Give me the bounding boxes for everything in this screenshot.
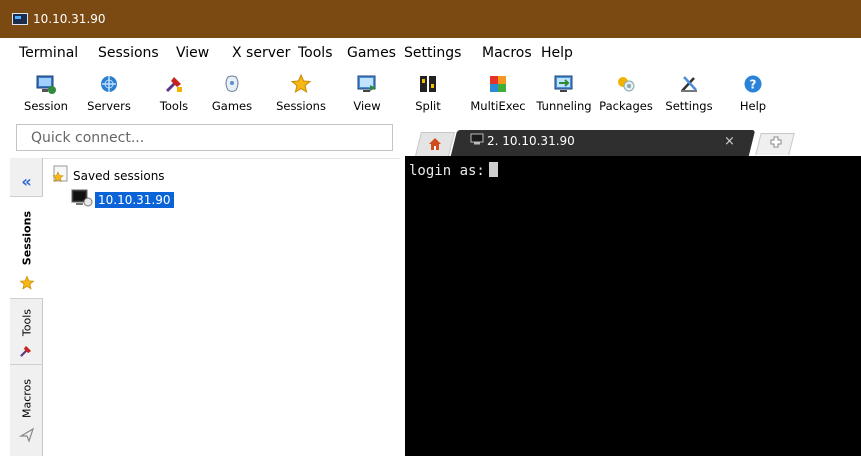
side-tab-sessions-label: Sessions — [20, 211, 34, 266]
side-tab-macros-label: Macros — [20, 379, 34, 419]
split-label: Split — [415, 99, 441, 113]
quick-connect-box — [16, 124, 393, 151]
star-icon — [290, 72, 312, 96]
collapse-sidebar-icon[interactable]: « — [10, 172, 43, 191]
terminal-view[interactable]: login as: — [405, 156, 861, 456]
sessions-button[interactable]: Sessions — [273, 72, 329, 120]
view-icon — [356, 72, 378, 96]
split-icon — [417, 72, 439, 96]
sessions-tree: Saved sessions 10.10.31.90 — [43, 158, 400, 456]
tunneling-label: Tunneling — [536, 99, 592, 113]
tunneling-button[interactable]: Tunneling — [533, 72, 595, 120]
svg-text:?: ? — [750, 78, 757, 92]
side-tab-tools-label: Tools — [20, 309, 34, 337]
tools-icon — [18, 343, 34, 362]
games-icon — [221, 72, 243, 96]
menu-settings[interactable]: Settings — [404, 45, 461, 61]
packages-button[interactable]: Packages — [597, 72, 655, 120]
toolbar: Session Servers Tools Games Sessions Vie… — [0, 68, 861, 122]
terminal-cursor — [488, 162, 498, 177]
session-tab-content: 2. 10.10.31.90 — [470, 133, 575, 148]
tools-label: Tools — [159, 99, 189, 113]
terminal-tab-icon — [470, 133, 484, 148]
menu-tools[interactable]: Tools — [298, 45, 333, 61]
session-button[interactable]: Session — [21, 72, 71, 120]
ssh-session-icon — [71, 189, 93, 210]
settings-button[interactable]: Settings — [661, 72, 717, 120]
tools-button[interactable]: Tools — [149, 72, 199, 120]
quick-connect-input[interactable] — [31, 129, 392, 146]
menu-macros[interactable]: Macros — [482, 45, 532, 61]
menu-x-server[interactable]: X server — [232, 45, 290, 61]
saved-sessions-label: Saved sessions — [73, 168, 165, 183]
terminal-app-icon — [12, 13, 28, 25]
side-tab-macros[interactable]: Macros — [10, 364, 43, 456]
side-tab-strip: « Sessions Tools Macros — [10, 158, 43, 456]
close-tab-icon[interactable]: × — [724, 134, 735, 149]
menu-terminal[interactable]: Terminal — [19, 45, 78, 61]
view-button[interactable]: View — [342, 72, 392, 120]
help-label: Help — [739, 99, 767, 113]
title-bar: 10.10.31.90 — [0, 0, 861, 38]
menu-help[interactable]: Help — [541, 45, 573, 61]
menu-sessions[interactable]: Sessions — [98, 45, 159, 61]
servers-label: Servers — [87, 99, 131, 113]
menu-bar: Terminal Sessions View X server Tools Ga… — [0, 38, 861, 68]
games-button[interactable]: Games — [207, 72, 257, 120]
session-label: Session — [24, 99, 68, 113]
menu-view[interactable]: View — [176, 45, 209, 61]
help-button[interactable]: ? Help — [735, 72, 771, 120]
window-title: 10.10.31.90 — [33, 12, 106, 26]
split-button[interactable]: Split — [408, 72, 448, 120]
servers-button[interactable]: Servers — [84, 72, 134, 120]
home-icon — [428, 137, 442, 154]
games-label: Games — [211, 99, 253, 113]
multiexec-icon — [487, 72, 509, 96]
session-item-label: 10.10.31.90 — [95, 191, 174, 208]
servers-icon — [98, 72, 120, 96]
settings-label: Settings — [665, 99, 713, 113]
tunneling-icon — [553, 72, 575, 96]
plus-icon — [770, 136, 782, 151]
packages-icon — [615, 72, 637, 96]
session-item[interactable]: 10.10.31.90 — [71, 189, 174, 210]
star-icon — [19, 275, 35, 294]
macros-icon — [18, 427, 35, 446]
view-label: View — [353, 99, 381, 113]
side-tab-sessions[interactable]: Sessions — [10, 196, 43, 298]
session-icon — [35, 72, 57, 96]
session-tab-label: 2. 10.10.31.90 — [487, 133, 575, 148]
multiexec-button[interactable]: MultiExec — [466, 72, 530, 120]
side-tab-tools[interactable]: Tools — [10, 298, 43, 364]
help-icon: ? — [742, 72, 764, 96]
multiexec-label: MultiExec — [470, 99, 526, 113]
menu-games[interactable]: Games — [347, 45, 396, 61]
session-tab-strip: 2. 10.10.31.90 × — [404, 128, 861, 156]
saved-sessions-folder[interactable]: Saved sessions — [51, 165, 165, 186]
packages-label: Packages — [599, 99, 653, 113]
sessions-label: Sessions — [276, 99, 326, 113]
terminal-prompt: login as: — [409, 163, 485, 179]
folder-star-icon — [51, 165, 69, 186]
tools-icon — [163, 72, 185, 96]
settings-icon — [678, 72, 700, 96]
